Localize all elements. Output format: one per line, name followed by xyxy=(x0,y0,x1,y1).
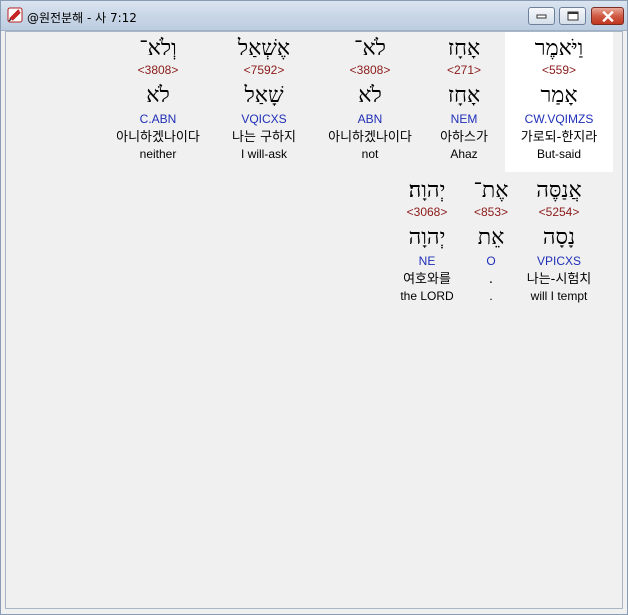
morphology-code[interactable]: ABN xyxy=(314,112,426,126)
maximize-icon xyxy=(567,11,578,21)
morphology-code[interactable]: C.ABN xyxy=(102,112,214,126)
strong-number[interactable]: <3808> xyxy=(102,63,214,77)
minimize-button[interactable] xyxy=(528,7,555,25)
hebrew-word: לֹא־ xyxy=(354,36,386,61)
interlinear-view[interactable]: וַיֹּאמֶר <559> אָמַר CW.VQIMZS 가로되-한지라 … xyxy=(5,31,623,609)
korean-gloss: 아니하겠나이다 xyxy=(328,130,412,145)
morphology-code[interactable]: NE xyxy=(371,254,483,268)
korean-gloss: 여호와를 xyxy=(403,272,451,287)
morphology-code[interactable]: VQICXS xyxy=(208,112,320,126)
hebrew-word: וְלֹא־ xyxy=(139,36,177,61)
word-column[interactable]: וְלֹא־ <3808> לֹא C.ABN 아니하겠나이다 neither xyxy=(102,36,214,161)
close-icon xyxy=(601,10,614,22)
word-column[interactable]: אֶשְׁאַל <7592> שָׁאַל VQICXS 나는 구하지 I w… xyxy=(208,36,320,161)
strong-number[interactable]: <3068> xyxy=(371,205,483,219)
word-column[interactable]: לֹא־ <3808> לֹא ABN 아니하겠나이다 not xyxy=(314,36,426,161)
hebrew-word: אֶשְׁאַל xyxy=(237,36,291,61)
english-gloss: not xyxy=(361,147,379,161)
app-window: @원전분해 - 사 7:12 וַיֹּאמֶר <559> אָמַר CW.… xyxy=(0,0,628,615)
english-gloss: neither xyxy=(139,147,177,161)
lemma: לֹא xyxy=(358,83,382,108)
app-icon xyxy=(7,7,23,23)
window-title: @원전분해 - 사 7:12 xyxy=(27,11,137,25)
lemma: לֹא xyxy=(146,83,170,108)
title-bar[interactable]: @원전분해 - 사 7:12 xyxy=(1,1,627,31)
maximize-button[interactable] xyxy=(559,7,586,25)
close-button[interactable] xyxy=(591,7,624,25)
korean-gloss: 나는 구하지 xyxy=(232,130,296,145)
word-column[interactable]: יְהוָה׃ <3068> יְהוָה NE 여호와를 the LORD xyxy=(371,178,483,303)
lemma: שָׁאַל xyxy=(244,83,284,108)
lemma: יְהוָה xyxy=(408,225,446,250)
english-gloss: the LORD xyxy=(400,289,454,303)
korean-gloss: 아니하겠나이다 xyxy=(116,130,200,145)
minimize-icon xyxy=(536,14,547,19)
strong-number[interactable]: <7592> xyxy=(208,63,320,77)
hebrew-word: יְהוָה׃ xyxy=(408,178,446,203)
strong-number[interactable]: <3808> xyxy=(314,63,426,77)
english-gloss: I will-ask xyxy=(240,147,287,161)
